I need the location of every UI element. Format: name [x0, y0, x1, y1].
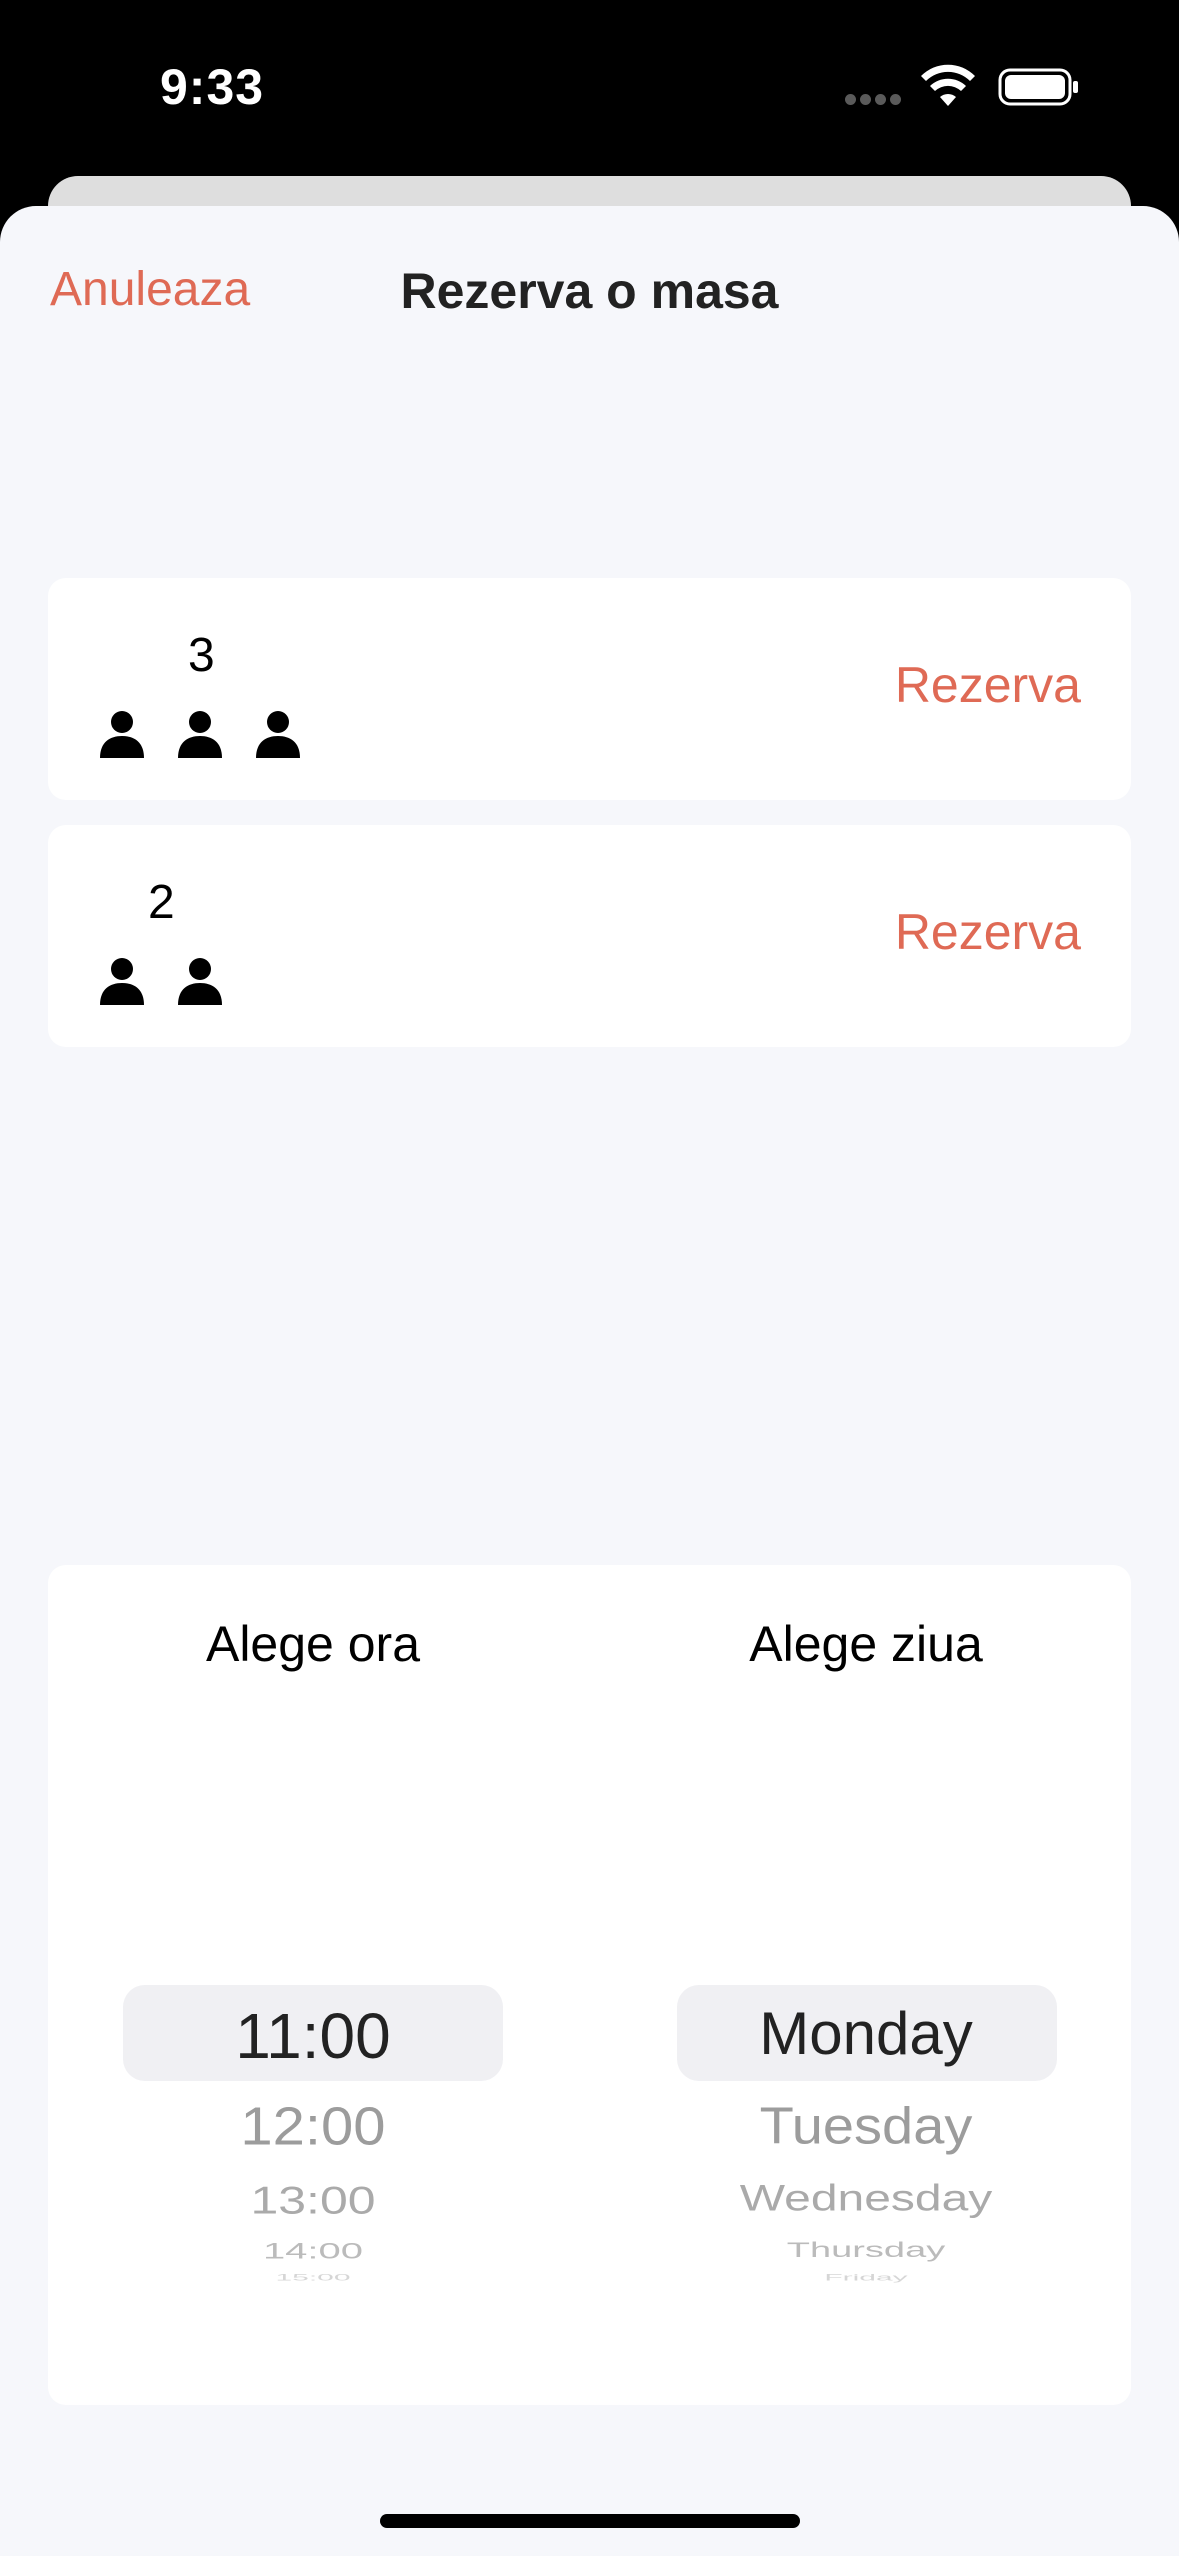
person-icon: [178, 711, 222, 758]
person-icon: [178, 958, 222, 1005]
cancel-button[interactable]: Anuleaza: [50, 262, 250, 317]
status-bar: 9:33: [0, 0, 1179, 180]
time-option[interactable]: 11:00: [113, 1999, 513, 2073]
status-time: 9:33: [160, 59, 265, 115]
people-icons: [98, 955, 224, 1015]
people-icons: [98, 708, 302, 768]
time-option[interactable]: 15:00: [113, 2273, 513, 2283]
reserve-button[interactable]: Rezerva: [895, 656, 1081, 714]
table-seat-count: 2: [148, 876, 175, 929]
day-option[interactable]: Thursday: [666, 2239, 1066, 2263]
date-time-picker-card: Alege ora Alege ziua 11:00 12:00 13:00 1…: [48, 1565, 1131, 2405]
person-icon: [256, 711, 300, 758]
time-option[interactable]: 14:00: [113, 2239, 513, 2264]
cellular-signal-icon: [845, 92, 905, 105]
table-seat-count: 3: [188, 629, 215, 682]
person-icon: [100, 711, 144, 758]
day-option[interactable]: Monday: [666, 1999, 1066, 2068]
day-picker-label: Alege ziua: [749, 1616, 983, 1672]
day-option[interactable]: Friday: [666, 2273, 1066, 2283]
reserve-button[interactable]: Rezerva: [895, 903, 1081, 961]
battery-icon: [998, 68, 1078, 106]
time-option[interactable]: 13:00: [113, 2177, 513, 2222]
home-indicator[interactable]: [380, 2514, 800, 2528]
table-option-2: 2 Rezerva: [48, 825, 1131, 1047]
day-option[interactable]: Tuesday: [666, 2095, 1066, 2155]
wifi-icon: [921, 64, 975, 106]
time-picker-label: Alege ora: [205, 1616, 421, 1672]
person-icon: [100, 958, 144, 1005]
day-option[interactable]: Wednesday: [666, 2177, 1066, 2220]
table-option-3: 3 Rezerva: [48, 578, 1131, 800]
time-option[interactable]: 12:00: [113, 2095, 513, 2157]
